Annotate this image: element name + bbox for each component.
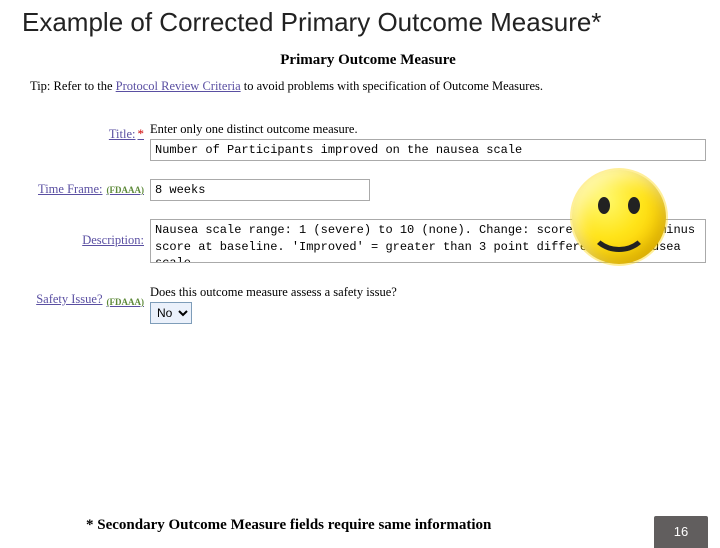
- fdaa-tag-time: (FDAAA): [107, 185, 145, 195]
- label-description-text: Description:: [82, 233, 144, 248]
- required-mark: *: [138, 126, 145, 142]
- tip-suffix: to avoid problems with specification of …: [241, 79, 543, 93]
- slide-title: Example of Corrected Primary Outcome Mea…: [22, 8, 720, 38]
- bottom-bar: * Secondary Outcome Measure fields requi…: [0, 512, 720, 548]
- label-title[interactable]: Title: *: [30, 122, 150, 144]
- safety-question: Does this outcome measure assess a safet…: [150, 285, 706, 300]
- row-safety: Safety Issue? (FDAAA) Does this outcome …: [30, 285, 706, 324]
- row-title: Title: * Enter only one distinct outcome…: [30, 122, 706, 161]
- label-time-frame[interactable]: Time Frame: (FDAAA): [30, 179, 150, 201]
- title-input[interactable]: [150, 139, 706, 161]
- footnote: * Secondary Outcome Measure fields requi…: [26, 516, 654, 534]
- label-time-frame-text: Time Frame:: [38, 182, 102, 197]
- title-helper: Enter only one distinct outcome measure.: [150, 122, 706, 137]
- label-description[interactable]: Description:: [30, 219, 150, 263]
- time-frame-input[interactable]: [150, 179, 370, 201]
- label-safety-text: Safety Issue?: [36, 292, 102, 307]
- label-title-text: Title:: [109, 127, 136, 142]
- smiley-mouth: [589, 202, 649, 252]
- protocol-review-link[interactable]: Protocol Review Criteria: [116, 79, 241, 93]
- fdaa-tag-safety: (FDAAA): [107, 297, 145, 307]
- page-number: 16: [654, 516, 708, 548]
- section-header: Primary Outcome Measure: [30, 52, 706, 69]
- label-safety[interactable]: Safety Issue? (FDAAA): [30, 285, 150, 307]
- safety-select[interactable]: No: [150, 302, 192, 324]
- tip-text: Tip: Refer to the Protocol Review Criter…: [30, 79, 706, 94]
- tip-prefix: Tip: Refer to the: [30, 79, 116, 93]
- smiley-icon: [572, 170, 666, 264]
